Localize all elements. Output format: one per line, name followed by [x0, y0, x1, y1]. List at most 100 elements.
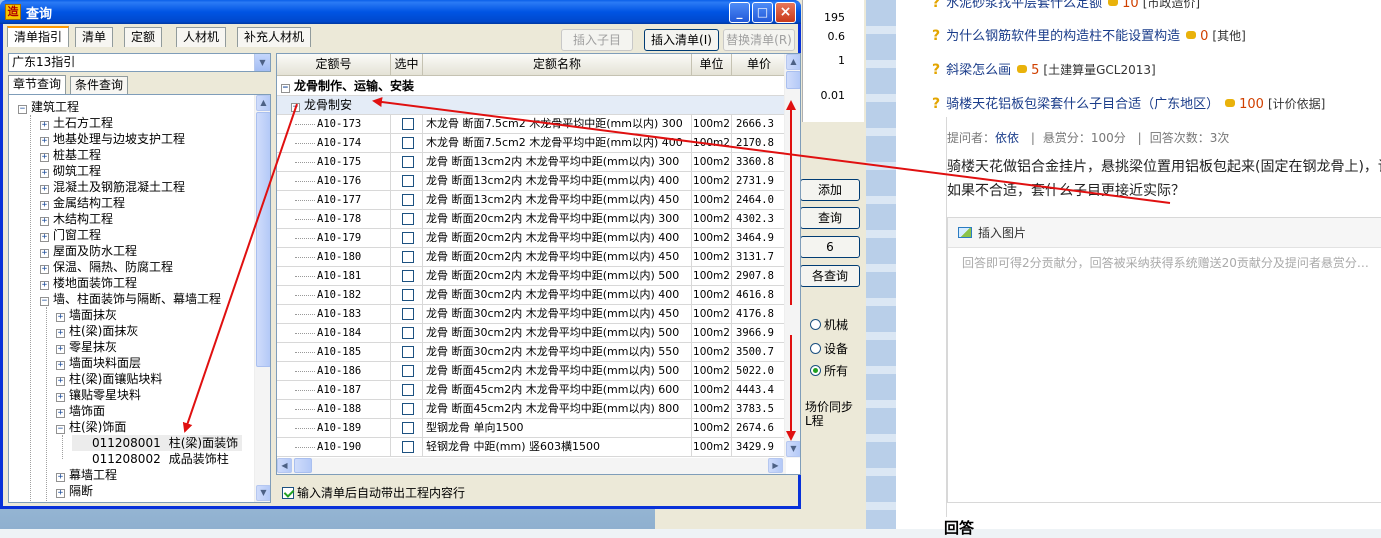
cell-select[interactable] [391, 305, 423, 324]
scroll-right-icon[interactable]: ▶ [768, 458, 783, 473]
cell-select[interactable] [391, 191, 423, 210]
tree-node[interactable]: + 隔断 [56, 483, 93, 499]
asker-name[interactable]: 依依 [995, 131, 1019, 145]
tree-node[interactable]: + 地基处理与边坡支护工程 [40, 131, 185, 147]
tab-list[interactable]: 清单 [75, 27, 114, 47]
radio-all[interactable]: 所有 [810, 362, 848, 379]
tree-node[interactable]: + 墙饰面 [56, 403, 105, 419]
collapse-icon[interactable]: − [40, 297, 49, 306]
column-header-name[interactable]: 定额名称 [423, 54, 692, 76]
cell-select[interactable] [391, 324, 423, 343]
cell-select[interactable] [391, 362, 423, 381]
tab-supplementary-materials[interactable]: 补充人材机 [237, 27, 312, 47]
scroll-thumb[interactable] [256, 112, 270, 367]
row-checkbox[interactable] [402, 422, 414, 434]
expand-icon[interactable]: + [56, 329, 65, 338]
tree-node[interactable]: + 金属结构工程 [40, 195, 125, 211]
expand-icon[interactable]: + [56, 361, 65, 370]
expand-icon[interactable]: + [40, 201, 49, 210]
tab-quota[interactable]: 定额 [124, 27, 163, 47]
scroll-thumb[interactable] [786, 71, 800, 89]
insert-child-button[interactable]: 插入子目 [561, 29, 633, 51]
tree-node[interactable]: + 墙面块料面层 [56, 355, 141, 371]
maximize-button[interactable]: □ [752, 2, 773, 23]
tree-node[interactable]: − 柱(梁)饰面 [56, 419, 126, 435]
tree-node[interactable]: + 土石方工程 [40, 115, 113, 131]
title-bar[interactable]: 造 查询 _ □ × [0, 0, 801, 24]
auto-content-checkbox[interactable]: 输入清单后自动带出工程内容行 [282, 484, 465, 501]
tree-node[interactable]: + 砌筑工程 [40, 163, 101, 179]
expand-icon[interactable]: + [56, 345, 65, 354]
question-item[interactable]: ? 水泥砂浆找平层套什么定额 10 [市政造价] [932, 0, 1200, 11]
tree-node[interactable]: + 保温、隔热、防腐工程 [40, 259, 173, 275]
expand-icon[interactable]: + [56, 377, 65, 386]
row-checkbox[interactable] [402, 384, 414, 396]
close-button[interactable]: × [775, 2, 796, 23]
tree-node[interactable]: + 柱(梁)面镶贴块料 [56, 371, 162, 387]
chevron-down-icon[interactable]: ▼ [254, 54, 270, 71]
row-checkbox[interactable] [402, 156, 414, 168]
expand-icon[interactable]: + [40, 265, 49, 274]
insert-list-button[interactable]: 插入清单(I) [644, 29, 719, 51]
cell-select[interactable] [391, 343, 423, 362]
group-row[interactable]: − 龙骨制作、运输、安装 [277, 77, 787, 96]
table-row[interactable]: A10-182 龙骨 断面30cm2内 木龙骨平均中距(mm以内) 400 100m… [277, 286, 787, 305]
expand-icon[interactable]: + [56, 409, 65, 418]
cell-select[interactable] [391, 267, 423, 286]
tree-node[interactable]: + 木结构工程 [40, 211, 113, 227]
expand-icon[interactable]: + [56, 393, 65, 402]
table-row[interactable]: A10-183 龙骨 断面30cm2内 木龙骨平均中距(mm以内) 450 100m… [277, 305, 787, 324]
row-checkbox[interactable] [402, 289, 414, 301]
tree-node[interactable]: + 镶贴零星块料 [56, 387, 141, 403]
insert-image-button[interactable]: 插入图片 [948, 218, 1381, 248]
row-checkbox[interactable] [402, 327, 414, 339]
scroll-up-icon[interactable]: ▲ [256, 95, 270, 111]
row-checkbox[interactable] [402, 137, 414, 149]
question-item[interactable]: ? 为什么钢筋软件里的构造柱不能设置构造 0 [其他] [932, 25, 1246, 44]
radio-machinery[interactable]: 机械 [810, 316, 848, 333]
scroll-left-icon[interactable]: ◀ [277, 458, 292, 473]
tree-leaf-selected[interactable]: 011208001 柱(梁)面装饰 [72, 435, 243, 451]
cell-select[interactable] [391, 210, 423, 229]
cell-select[interactable] [391, 115, 423, 134]
checkbox-checked[interactable] [282, 487, 294, 499]
column-header-code[interactable]: 定额号 [277, 54, 391, 76]
expand-icon[interactable]: + [40, 121, 49, 130]
table-row[interactable]: A10-173 木龙骨 断面7.5cm2 木龙骨平均中距(mm以内) 300 100… [277, 115, 787, 134]
add-button[interactable]: 添加 [800, 179, 860, 201]
table-row[interactable]: A10-189 型钢龙骨 单向1500 100m2 2674.6 [277, 419, 787, 438]
expand-icon[interactable]: + [56, 489, 65, 498]
table-row[interactable]: A10-184 龙骨 断面30cm2内 木龙骨平均中距(mm以内) 500 100m… [277, 324, 787, 343]
expand-icon[interactable]: + [40, 281, 49, 290]
question-item[interactable]: ? 骑楼天花铝板包梁套什么子目合适（广东地区） 100 [计价依据] [932, 93, 1325, 112]
guide-select[interactable]: 广东13指引 ▼ [8, 53, 271, 72]
collapse-icon[interactable]: − [18, 105, 27, 114]
table-row[interactable]: A10-188 龙骨 断面45cm2内 木龙骨平均中距(mm以内) 800 100m… [277, 400, 787, 419]
row-checkbox[interactable] [402, 118, 414, 130]
expand-icon[interactable]: + [40, 185, 49, 194]
cell-select[interactable] [391, 400, 423, 419]
row-checkbox[interactable] [402, 175, 414, 187]
column-header-selected[interactable]: 选中 [391, 54, 423, 76]
subgroup-row[interactable]: − 龙骨制安 [277, 96, 787, 115]
table-row[interactable]: A10-187 龙骨 断面45cm2内 木龙骨平均中距(mm以内) 600 100m… [277, 381, 787, 400]
tree-node[interactable]: + 屋面及防水工程 [40, 243, 137, 259]
tree-node[interactable]: + 柱(梁)面抹灰 [56, 323, 138, 339]
row-checkbox[interactable] [402, 251, 414, 263]
expand-icon[interactable]: + [40, 153, 49, 162]
row-checkbox[interactable] [402, 232, 414, 244]
tree-node[interactable]: + 墙面抹灰 [56, 307, 117, 323]
collapse-icon[interactable]: − [291, 103, 300, 112]
question-link[interactable]: 斜梁怎么画 [946, 63, 1011, 78]
tree-node[interactable]: + 楼地面装饰工程 [40, 275, 137, 291]
collapse-icon[interactable]: − [281, 84, 290, 93]
table-row[interactable]: A10-186 龙骨 断面45cm2内 木龙骨平均中距(mm以内) 500 100m… [277, 362, 787, 381]
row-checkbox[interactable] [402, 194, 414, 206]
expand-icon[interactable]: + [56, 473, 65, 482]
table-row[interactable]: A10-190 轻钢龙骨 中距(mm) 竖603横1500 100m2 3429.9 [277, 438, 787, 457]
tree-node[interactable]: + 桩基工程 [40, 147, 101, 163]
table-row[interactable]: A10-180 龙骨 断面20cm2内 木龙骨平均中距(mm以内) 450 100m… [277, 248, 787, 267]
query-button[interactable]: 查询 [800, 207, 860, 229]
table-row[interactable]: A10-175 龙骨 断面13cm2内 木龙骨平均中距(mm以内) 300 100m… [277, 153, 787, 172]
question-item[interactable]: ? 斜梁怎么画 5 [土建算量GCL2013] [932, 59, 1156, 78]
